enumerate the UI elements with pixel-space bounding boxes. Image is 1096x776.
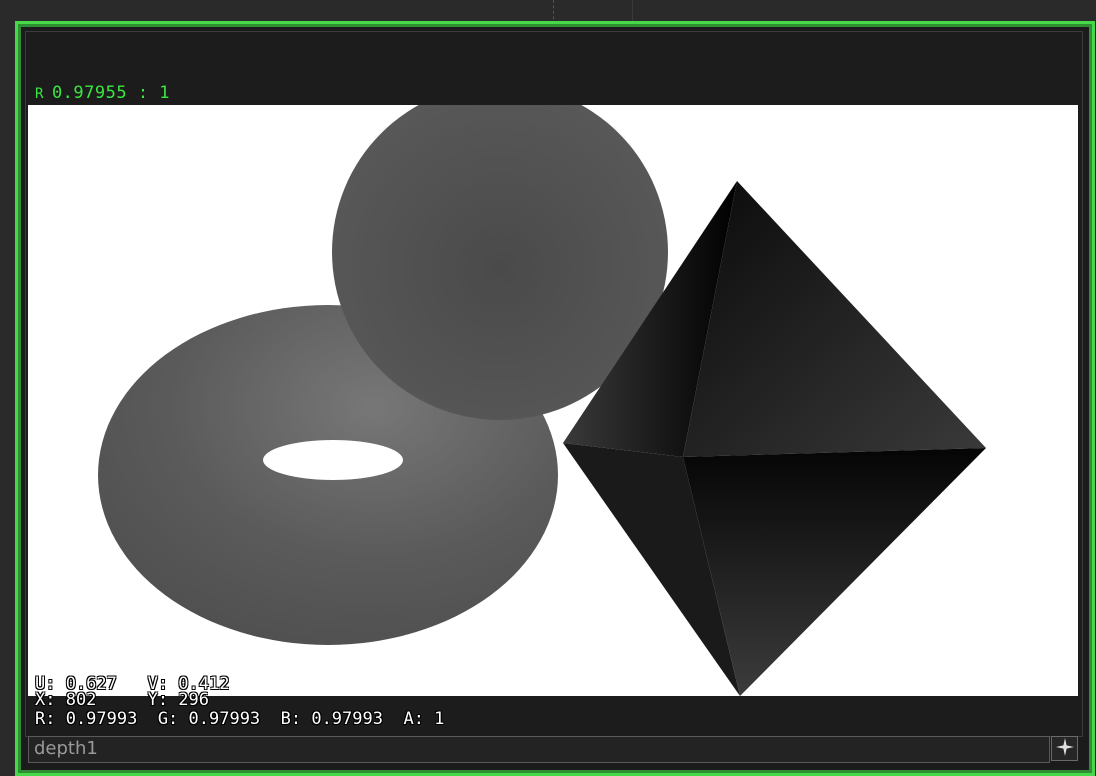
range-value: 0.97955 : 1 — [51, 83, 171, 103]
range-channel-label: R — [35, 86, 44, 102]
range-readout: R 0.97955 : 1 — [35, 83, 170, 104]
depth-render — [98, 105, 986, 696]
pin-button[interactable] — [1051, 736, 1078, 761]
panel-divider — [632, 0, 633, 22]
rgba-readout: R: 0.97993 G: 0.97993 B: 0.97993 A: 1 — [35, 709, 445, 729]
xy-readout: X: 802 Y: 296 — [35, 690, 209, 710]
operator-name-field[interactable] — [34, 739, 1034, 759]
depth-image[interactable] — [28, 105, 1078, 696]
star-pin-icon — [1055, 737, 1074, 760]
operator-name-bar — [28, 736, 1050, 763]
